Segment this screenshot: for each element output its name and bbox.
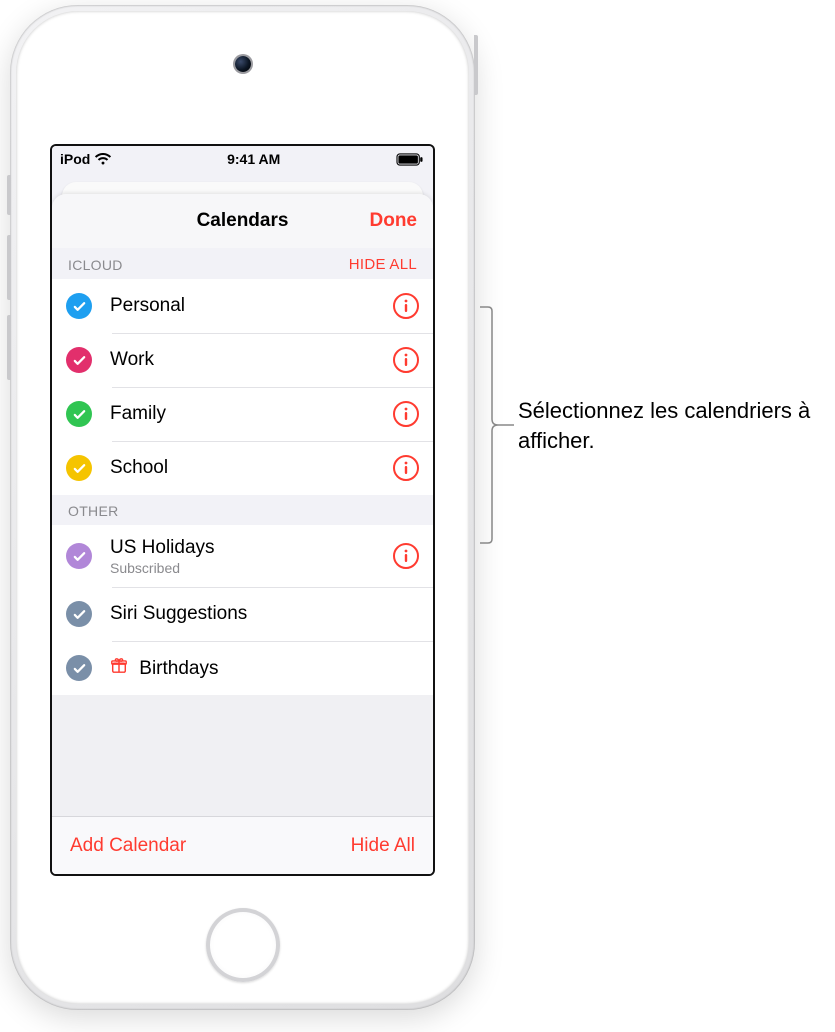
checkmark-icon[interactable] [66, 347, 92, 373]
info-icon[interactable] [393, 347, 419, 373]
info-icon[interactable] [393, 401, 419, 427]
clock: 9:41 AM [227, 151, 280, 167]
home-button[interactable] [206, 908, 280, 982]
wifi-icon [94, 153, 112, 166]
calendar-label: Birthdays [110, 656, 419, 680]
section-header-other: OTHER [52, 495, 433, 525]
icloud-list: Personal Work [52, 279, 433, 495]
checkmark-icon[interactable] [66, 293, 92, 319]
done-button[interactable]: Done [370, 210, 418, 232]
device-frame: iPod 9:41 AM C [10, 5, 475, 1010]
section-header-icloud: ICLOUD HIDE ALL [52, 248, 433, 279]
calendar-row-birthdays[interactable]: Birthdays [52, 641, 433, 695]
mute-switch [7, 175, 11, 215]
hide-all-icloud-button[interactable]: HIDE ALL [349, 256, 417, 273]
sheet-header: Calendars Done [52, 194, 433, 248]
calendar-label: Work [110, 349, 393, 371]
info-icon[interactable] [393, 455, 419, 481]
calendar-row-work[interactable]: Work [52, 333, 433, 387]
hide-all-button[interactable]: Hide All [351, 835, 415, 857]
calendar-label: US Holidays [110, 537, 393, 559]
section-title: ICLOUD [68, 257, 123, 273]
calendar-sublabel: Subscribed [110, 560, 393, 576]
checkmark-icon[interactable] [66, 455, 92, 481]
section-title: OTHER [68, 503, 119, 519]
calendar-row-school[interactable]: School [52, 441, 433, 495]
camera [235, 56, 251, 72]
calendar-row-siri[interactable]: Siri Suggestions [52, 587, 433, 641]
gift-icon [110, 656, 128, 674]
calendar-label: Family [110, 403, 393, 425]
calendar-label: Personal [110, 295, 393, 317]
sheet-title: Calendars [197, 210, 289, 232]
calendar-row-family[interactable]: Family [52, 387, 433, 441]
power-button [474, 35, 478, 95]
callout-bracket [478, 305, 516, 545]
screen: iPod 9:41 AM C [52, 146, 433, 874]
calendar-row-holidays[interactable]: US Holidays Subscribed [52, 525, 433, 587]
footer-bar: Add Calendar Hide All [52, 816, 433, 874]
callout-text: Sélectionnez les calendriers à afficher. [518, 396, 818, 455]
calendar-row-personal[interactable]: Personal [52, 279, 433, 333]
calendars-sheet: Calendars Done ICLOUD HIDE ALL Per [52, 194, 433, 874]
checkmark-icon[interactable] [66, 601, 92, 627]
checkmark-icon[interactable] [66, 655, 92, 681]
volume-up-button [7, 235, 11, 300]
info-icon[interactable] [393, 293, 419, 319]
volume-down-button [7, 315, 11, 380]
info-icon[interactable] [393, 543, 419, 569]
battery-icon [395, 153, 425, 166]
carrier-label: iPod [60, 151, 90, 167]
status-bar: iPod 9:41 AM [52, 146, 433, 172]
other-list: US Holidays Subscribed Siri Suggest [52, 525, 433, 695]
calendar-label: School [110, 457, 393, 479]
checkmark-icon[interactable] [66, 543, 92, 569]
add-calendar-button[interactable]: Add Calendar [70, 835, 186, 857]
calendar-label: Siri Suggestions [110, 603, 419, 625]
checkmark-icon[interactable] [66, 401, 92, 427]
spacer [52, 695, 433, 816]
